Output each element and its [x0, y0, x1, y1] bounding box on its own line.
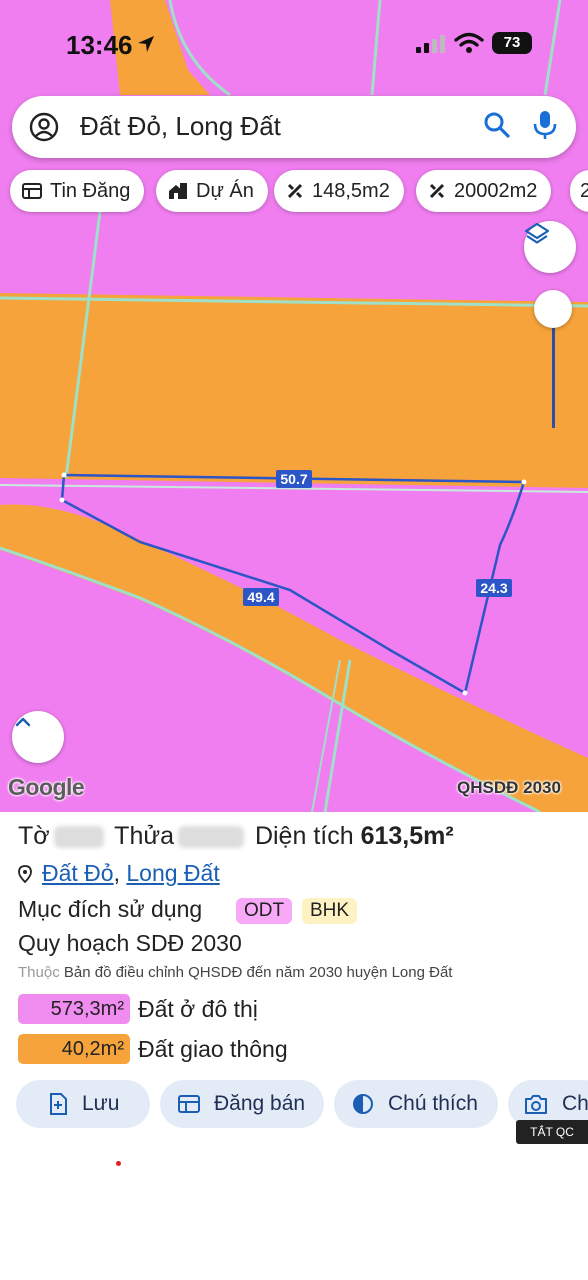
- wifi-icon: [454, 32, 484, 53]
- layers-icon: [524, 222, 550, 244]
- search-input[interactable]: Đất Đỏ, Long Đất: [80, 111, 281, 142]
- measure-icon: [429, 183, 445, 199]
- location-arrow-icon: [138, 36, 154, 52]
- camera-icon: [525, 1095, 547, 1114]
- redacted-parcel-number: [178, 826, 244, 849]
- area-label: Diện tích: [254, 822, 354, 850]
- land-type-residential: Đất ở đô thị: [138, 996, 258, 1022]
- chip-tin-dang[interactable]: Tin Đăng: [10, 170, 145, 212]
- google-attribution: Google: [8, 774, 85, 800]
- layers-button[interactable]: [524, 221, 576, 273]
- listing-button[interactable]: Đăng bán: [160, 1080, 324, 1128]
- legend-button[interactable]: Chú thích: [334, 1080, 498, 1128]
- parcel-vertex: [61, 472, 67, 478]
- save-icon: [50, 1093, 67, 1115]
- location-pin-icon: [18, 865, 32, 883]
- legend-icon: [353, 1094, 373, 1114]
- battery-indicator: 73: [492, 32, 532, 54]
- search-bar[interactable]: Đất Đỏ, Long Đất: [12, 96, 576, 158]
- road-band-horizontal: [0, 293, 588, 488]
- chip-label: 20002m2: [454, 179, 538, 202]
- disable-ads-button[interactable]: TẮT QC: [516, 1120, 588, 1144]
- thua-label: Thửa: [114, 822, 174, 850]
- status-bar: 13:46 73: [0, 0, 588, 88]
- expand-panel-button[interactable]: [12, 711, 64, 763]
- measure-right: 24.3: [480, 580, 507, 596]
- chip-label: Dự Án: [196, 179, 254, 202]
- legend-label: Chú thích: [388, 1092, 478, 1115]
- chip-area-2[interactable]: 20002m2: [416, 170, 552, 212]
- parcel-vertex: [521, 479, 527, 485]
- chevron-up-icon: [15, 717, 31, 727]
- plan-source: Thuộc Bản đồ điều chỉnh QHSDĐ đến năm 20…: [18, 964, 452, 981]
- purpose-label: Mục đích sử dụng: [18, 896, 203, 922]
- location-link-district[interactable]: Đất Đỏ: [42, 860, 114, 886]
- chip-label: 148,5m2: [312, 179, 390, 202]
- signal-icon: [416, 35, 445, 53]
- land-type-traffic: Đất giao thông: [138, 1036, 288, 1062]
- capture-label: Ch: [562, 1092, 588, 1115]
- opacity-slider-handle[interactable]: [534, 290, 572, 328]
- plan-source-text: Bản đồ điều chỉnh QHSDĐ đến năm 2030 huy…: [63, 964, 453, 981]
- location-link-area[interactable]: Long Đất: [126, 860, 219, 886]
- road-line-9: [0, 546, 541, 812]
- parcel-header: Tờ Thửa Diện tích 613,5m²: [18, 822, 454, 851]
- account-icon[interactable]: [28, 111, 60, 143]
- layer-name: QHSDĐ 2030: [457, 778, 561, 797]
- chip-du-an[interactable]: Dự Án: [156, 170, 268, 212]
- measure-top: 50.7: [280, 471, 307, 487]
- parcel-vertex: [59, 497, 65, 503]
- parcel-vertex: [462, 690, 468, 696]
- purpose-tag-bhk: BHK: [302, 898, 358, 924]
- chip-area-1[interactable]: 148,5m2: [274, 170, 404, 212]
- indicator-dot: [116, 1161, 121, 1166]
- filter-chips: Tin Đăng Dự Án 148,5m2 20002m2 2: [10, 170, 588, 212]
- search-icon[interactable]: [482, 110, 512, 140]
- chip-label: Tin Đăng: [50, 179, 131, 202]
- plan-title: Quy hoạch SDĐ 2030: [18, 930, 242, 956]
- chip-overflow[interactable]: 2: [570, 170, 588, 212]
- land-area-traffic: 40,2m²: [18, 1034, 130, 1064]
- listing-label: Đăng bán: [214, 1092, 306, 1115]
- mic-icon[interactable]: [532, 109, 558, 141]
- to-label: Tờ: [18, 822, 50, 850]
- save-label: Lưu: [82, 1092, 120, 1115]
- house-icon: [169, 183, 187, 199]
- plan-source-prefix: Thuộc: [18, 964, 60, 981]
- area-value: 613,5m²: [360, 822, 454, 850]
- measure-icon: [287, 183, 303, 199]
- save-button[interactable]: Lưu: [16, 1080, 150, 1128]
- measure-left: 49.4: [247, 589, 274, 605]
- redacted-sheet-number: [53, 826, 104, 849]
- land-area-residential: 573,3m²: [18, 994, 130, 1024]
- newspaper-icon: [22, 183, 42, 199]
- listing-icon: [178, 1095, 200, 1113]
- purpose-tag-odt: ODT: [236, 898, 293, 924]
- parcel-info-panel: Tờ Thửa Diện tích 613,5m² Đất Đỏ, Long Đ…: [0, 812, 588, 1280]
- status-time: 13:46: [66, 30, 133, 60]
